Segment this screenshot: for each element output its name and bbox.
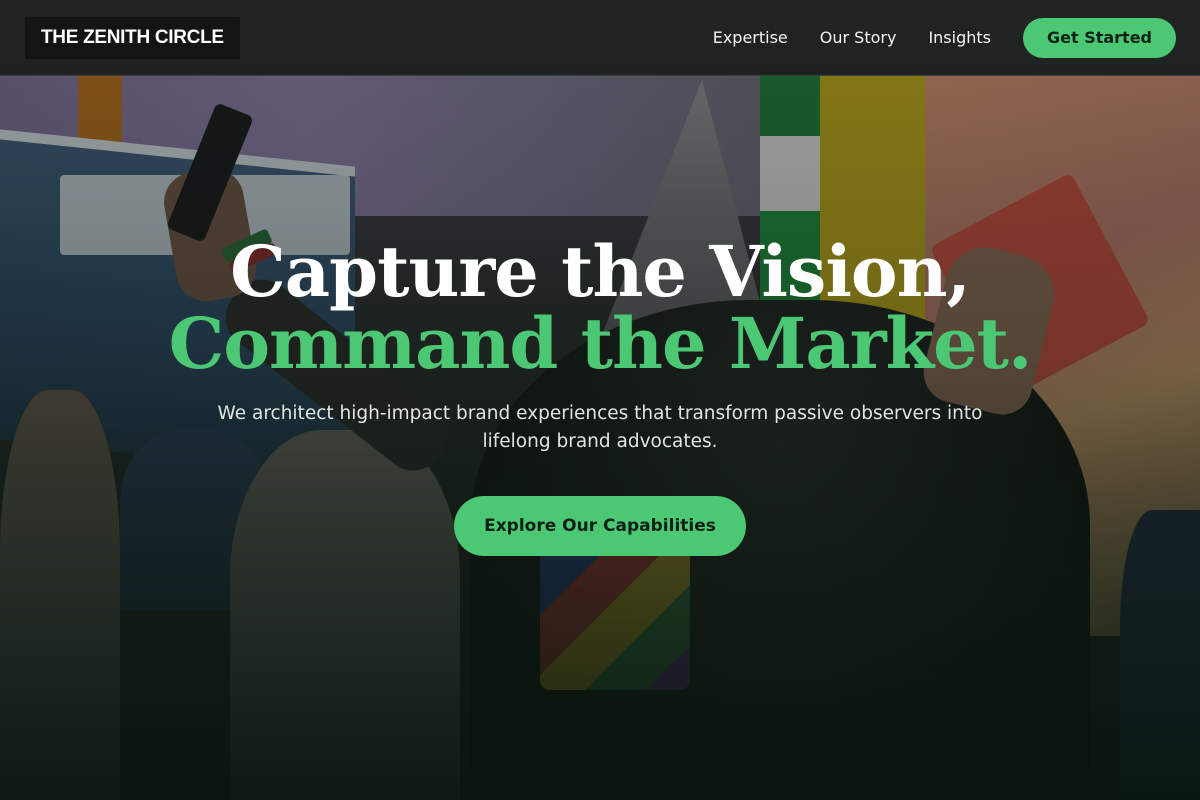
nav-link-expertise[interactable]: Expertise [713, 28, 788, 47]
hero-headline-line2: Command the Market. [168, 302, 1033, 385]
hero-section: Capture the Vision, Command the Market. … [0, 236, 1200, 556]
brand-name: THE ZENITH CIRCLE [41, 26, 224, 48]
nav-link-insights[interactable]: Insights [928, 28, 991, 47]
hero-headline: Capture the Vision, Command the Market. [0, 236, 1200, 380]
main-nav: Expertise Our Story Insights Get Started [713, 17, 1176, 58]
site-header: THE ZENITH CIRCLE Expertise Our Story In… [0, 0, 1200, 76]
get-started-button[interactable]: Get Started [1022, 17, 1176, 58]
explore-capabilities-button[interactable]: Explore Our Capabilities [454, 496, 746, 556]
brand-logo[interactable]: THE ZENITH CIRCLE [24, 15, 241, 60]
hero-subtitle: We architect high-impact brand experienc… [217, 403, 983, 452]
hero-headline-line1: Capture the Vision, [230, 230, 971, 313]
nav-link-our-story[interactable]: Our Story [820, 28, 897, 47]
